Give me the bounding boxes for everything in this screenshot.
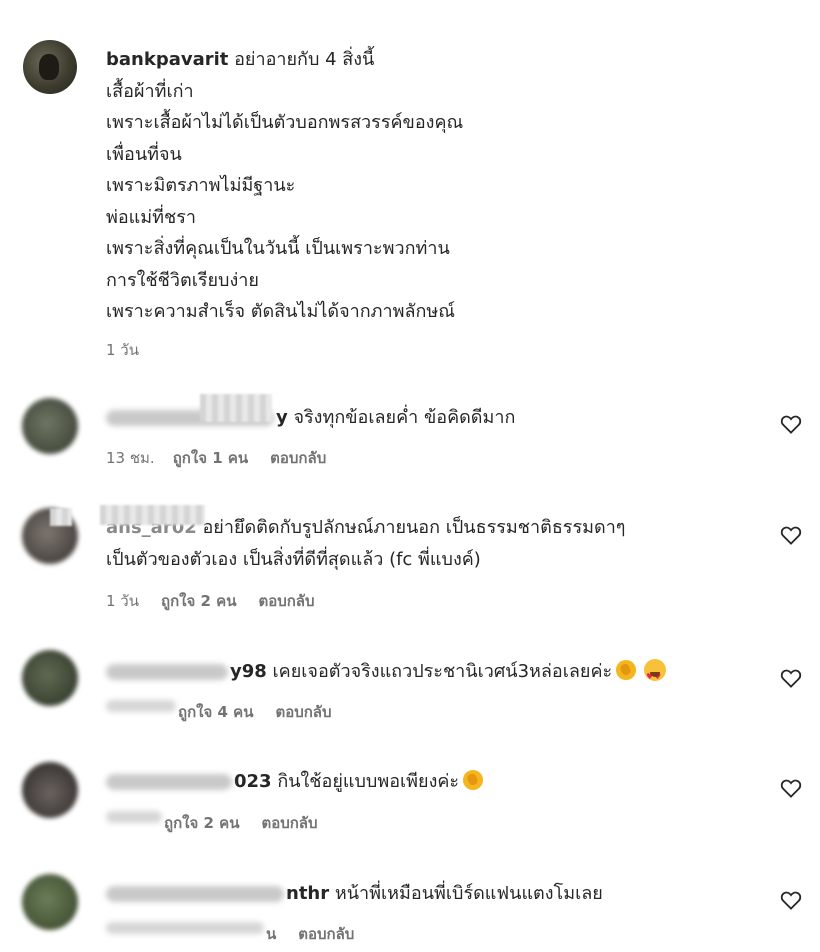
reply-username[interactable]: y: [276, 407, 288, 428]
reply-avatar[interactable]: [22, 398, 78, 454]
blur-overlay: [100, 505, 205, 525]
blurred-meta: [106, 922, 264, 934]
reply-body: จริงทุกข้อเลยค่ำ ข้อคิดดีมาก: [293, 407, 516, 428]
clapping-hands-emoji: [463, 770, 484, 790]
reply-meta: ถูกใจ 2 คน ตอบกลับ: [106, 811, 318, 835]
main-comment-line: พ่อแม่ที่ชรา: [106, 206, 196, 228]
reply-meta: 13 ชม. ถูกใจ 1 คน ตอบกลับ: [106, 446, 326, 470]
main-comment: bankpavarit อย่าอายกับ 4 สิ่งนี้ เสื้อผ้…: [106, 44, 746, 328]
reply-meta: ถูกใจ 4 คน ตอบกลับ: [106, 700, 332, 724]
reply-avatar[interactable]: [22, 650, 78, 706]
blurred-username[interactable]: [106, 774, 232, 790]
main-comment-time: 1 วัน: [106, 341, 139, 359]
main-comment-username[interactable]: bankpavarit: [106, 49, 228, 70]
reply-likes[interactable]: ถูกใจ 2 คน: [164, 811, 239, 835]
reply-likes[interactable]: ถูกใจ 2 คน: [161, 589, 236, 613]
reply-likes[interactable]: ถูกใจ 4 คน: [178, 700, 253, 724]
heart-outline-icon[interactable]: [780, 890, 802, 910]
reply-button[interactable]: ตอบกลับ: [298, 922, 354, 946]
heart-outline-icon[interactable]: [780, 525, 802, 545]
heart-outline-icon[interactable]: [780, 414, 802, 434]
blurred-username[interactable]: [106, 664, 228, 680]
reply-text-line2: เป็นตัวของตัวเอง เป็นสิ่งที่ดีที่สุดแล้ว…: [106, 549, 481, 570]
blur-overlay: [50, 508, 72, 526]
main-comment-line: เพื่อนที่จน: [106, 143, 182, 165]
main-commenter-avatar[interactable]: [23, 40, 77, 94]
reply-time: 13 ชม.: [106, 449, 155, 467]
blur-overlay: [200, 394, 272, 422]
reply-body: เคยเจอตัวจริงแถวประชานิเวศน์3หล่อเลยค่ะ: [272, 661, 613, 682]
blurred-username[interactable]: [106, 886, 284, 902]
heart-eyes-emoji: [644, 659, 667, 692]
reply-time: 1 วัน: [106, 592, 139, 610]
reply-button[interactable]: ตอบกลับ: [270, 446, 326, 470]
main-comment-line: เพราะสิ่งที่คุณเป็นในวันนี้ เป็นเพราะพวก…: [106, 238, 450, 259]
reply-button[interactable]: ตอบกลับ: [258, 589, 314, 613]
reply-body: อย่ายึดติดกับรูปลักษณ์ภายนอก เป็นธรรมชาต…: [202, 517, 626, 538]
reply-username[interactable]: 023: [234, 771, 272, 792]
reply-text: y98 เคยเจอตัวจริงแถวประชานิเวศน์3หล่อเลย…: [106, 656, 667, 692]
reply-meta: น ตอบกลับ: [106, 922, 354, 946]
heart-outline-icon[interactable]: [780, 668, 802, 688]
main-comment-line: เพราะมิตรภาพไม่มีฐานะ: [106, 175, 296, 196]
reply-likes[interactable]: น: [266, 922, 276, 946]
reply-body: กินใช้อยู่แบบพอเพียงค่ะ: [277, 771, 460, 792]
main-comment-line: เพราะความสำเร็จ ตัดสินไม่ได้จากภาพลักษณ์: [106, 301, 455, 322]
main-comment-line: เพราะเสื้อผ้าไม่ได้เป็นตัวบอกพรสวรรค์ของ…: [106, 112, 464, 133]
reply-meta: 1 วัน ถูกใจ 2 คน ตอบกลับ: [106, 589, 315, 613]
reply-text: 023 กินใช้อยู่แบบพอเพียงค่ะ: [106, 766, 484, 797]
main-comment-line: เสื้อผ้าที่เก่า: [106, 80, 194, 102]
clapping-hands-emoji: [616, 660, 637, 680]
reply-username[interactable]: nthr: [286, 883, 329, 904]
reply-button[interactable]: ตอบกลับ: [261, 811, 317, 835]
blurred-time: [106, 700, 176, 712]
reply-body: หน้าพี่เหมือนพี่เบิร์ดแฟนแตงโมเลย: [334, 883, 603, 904]
reply-text: nthr หน้าพี่เหมือนพี่เบิร์ดแฟนแตงโมเลย: [106, 878, 603, 909]
reply-text: y จริงทุกข้อเลยค่ำ ข้อคิดดีมาก: [106, 402, 515, 433]
reply-likes[interactable]: ถูกใจ 1 คน: [173, 446, 248, 470]
reply-button[interactable]: ตอบกลับ: [275, 700, 331, 724]
blurred-time: [106, 811, 162, 823]
reply-avatar[interactable]: [22, 874, 78, 930]
heart-outline-icon[interactable]: [780, 778, 802, 798]
reply-avatar[interactable]: [22, 762, 78, 818]
main-comment-line: การใช้ชีวิตเรียบง่าย: [106, 269, 259, 291]
main-comment-first-line: อย่าอายกับ 4 สิ่งนี้: [234, 49, 375, 70]
reply-username[interactable]: y98: [230, 661, 267, 682]
